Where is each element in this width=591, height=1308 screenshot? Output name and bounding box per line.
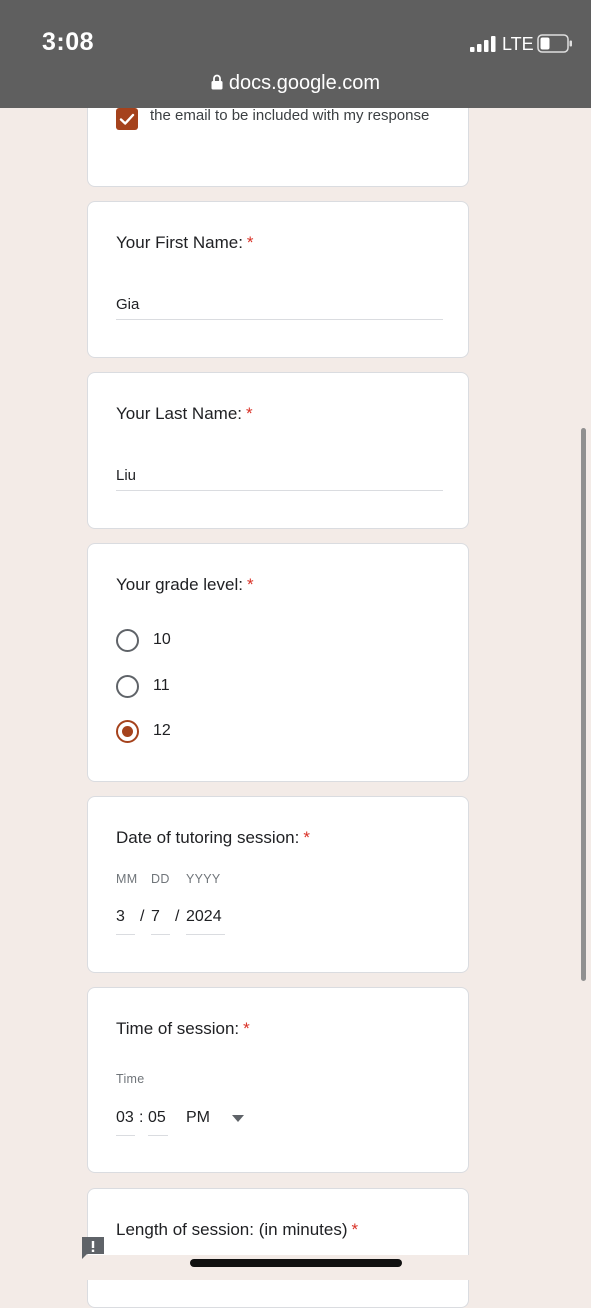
required-mark: * xyxy=(246,233,254,252)
day-label: DD xyxy=(151,872,170,886)
signal-icon xyxy=(470,36,496,52)
radio-label: 11 xyxy=(153,677,170,694)
clock: 3:08 xyxy=(42,28,95,56)
required-mark: * xyxy=(303,828,310,847)
radio-button-selected[interactable] xyxy=(116,720,139,743)
session-length-card: Length of session: (in minutes) * xyxy=(87,1188,469,1308)
required-mark: * xyxy=(246,404,253,423)
radio-button[interactable] xyxy=(116,675,139,698)
lock-icon xyxy=(211,74,223,90)
minute-input[interactable]: 05 xyxy=(148,1106,168,1136)
feedback-icon[interactable] xyxy=(80,1235,106,1261)
battery-icon xyxy=(537,34,572,53)
required-mark: * xyxy=(243,1019,250,1038)
time-sub-label: Time xyxy=(116,1072,145,1086)
day-input[interactable]: 7 xyxy=(151,905,170,935)
first-name-label: Your First Name: * xyxy=(116,233,254,252)
am-pm-select[interactable]: PM xyxy=(186,1106,248,1136)
session-date-card: Date of tutoring session: * MM DD YYYY 3 … xyxy=(87,796,469,973)
grade-level-card: Your grade level: * 10 11 12 xyxy=(87,543,469,782)
grade-option-12[interactable]: 12 xyxy=(116,719,316,745)
month-label: MM xyxy=(116,872,138,886)
hour-input[interactable]: 03 xyxy=(116,1106,135,1136)
dropdown-arrow-icon xyxy=(232,1115,244,1122)
session-length-label: Length of session: (in minutes) * xyxy=(116,1220,359,1239)
first-name-card: Your First Name: * xyxy=(87,201,469,358)
home-indicator[interactable] xyxy=(190,1259,402,1267)
checkmark-icon xyxy=(119,113,135,125)
radio-label: 10 xyxy=(153,631,171,648)
am-pm-value: PM xyxy=(186,1109,210,1126)
session-time-card: Time of session: * Time 03 : 05 PM xyxy=(87,987,469,1173)
date-separator: / xyxy=(140,908,145,925)
last-name-label: Your Last Name: * xyxy=(116,404,253,423)
radio-label: 12 xyxy=(153,722,171,739)
year-label: YYYY xyxy=(186,872,221,886)
email-consent-checkbox[interactable] xyxy=(116,108,138,130)
date-separator: / xyxy=(175,908,180,925)
grade-option-10[interactable]: 10 xyxy=(116,628,316,654)
radio-button[interactable] xyxy=(116,629,139,652)
grade-option-11[interactable]: 11 xyxy=(116,674,316,700)
first-name-input[interactable] xyxy=(116,290,443,320)
session-date-label: Date of tutoring session: * xyxy=(116,828,310,847)
email-consent-card: the email to be included with my respons… xyxy=(87,96,469,187)
last-name-input[interactable] xyxy=(116,461,443,491)
grade-level-label: Your grade level: * xyxy=(116,575,254,594)
scrollbar[interactable] xyxy=(581,428,586,981)
address-bar[interactable]: docs.google.com xyxy=(0,72,591,95)
session-time-label: Time of session: * xyxy=(116,1019,250,1038)
required-mark: * xyxy=(351,1220,359,1239)
url-text: docs.google.com xyxy=(228,72,381,94)
required-mark: * xyxy=(246,575,254,594)
last-name-card: Your Last Name: * xyxy=(87,372,469,529)
year-input[interactable]: 2024 xyxy=(186,905,225,935)
network-label: LTE xyxy=(502,34,534,54)
status-bar-overlay: 3:08 LTE docs.google.com xyxy=(0,0,591,108)
time-separator: : xyxy=(139,1109,144,1126)
month-input[interactable]: 3 xyxy=(116,905,135,935)
